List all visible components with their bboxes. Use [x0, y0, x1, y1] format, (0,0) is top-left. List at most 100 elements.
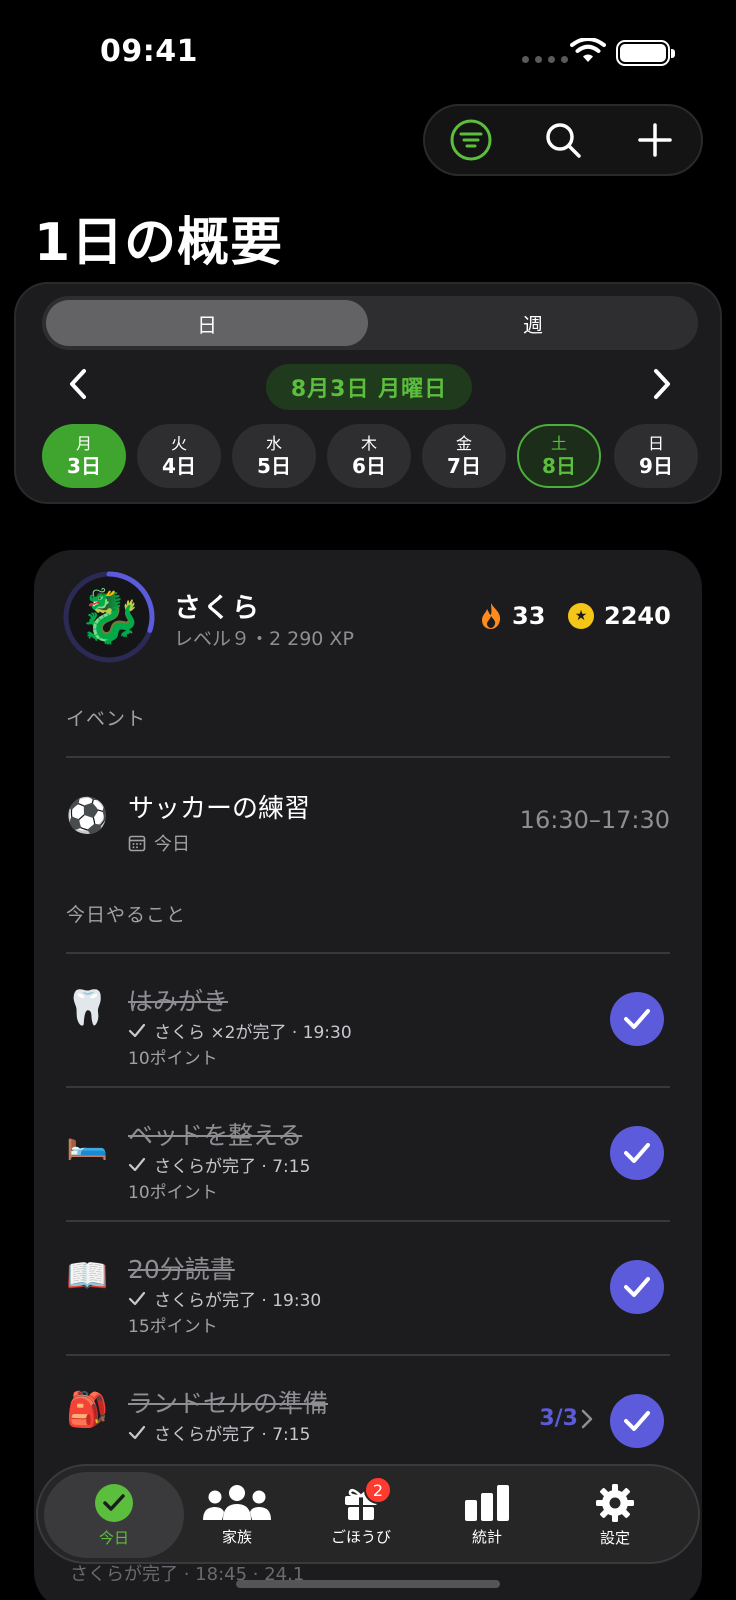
day-weekday: 日 — [647, 434, 664, 453]
member-summary-card: 🐉 さくら レベル９・2 290 XP 33 ★ 2240 イベント ⚽ サッカ… — [34, 550, 702, 1600]
home-indicator — [236, 1580, 500, 1588]
day-weekday: 金 — [455, 434, 472, 453]
search-icon — [546, 123, 581, 158]
date-selector-card: 日 週 8月3日 月曜日 月 3日 火 4日 水 5日 木 6日 金 7日 土 … — [14, 282, 722, 504]
tab-label: ごほうび — [330, 1527, 391, 1546]
day-date: 8日 — [542, 454, 576, 478]
tab-label: 設定 — [599, 1528, 630, 1547]
tab-settings[interactable]: 設定 — [550, 1472, 680, 1558]
task-completion: さくらが完了 · 19:30 — [128, 1286, 321, 1311]
task-completion: さくらが完了 · 7:15 — [128, 1420, 310, 1445]
day-date: 4日 — [162, 454, 196, 478]
next-day-button[interactable] — [642, 362, 682, 406]
plus-icon — [638, 123, 672, 157]
coin-counter: ★ 2240 — [568, 602, 671, 630]
event-row[interactable]: ⚽ サッカーの練習 今日 16:30–17:30 — [66, 770, 670, 880]
task-completion-text: さくら ×2が完了 · 19:30 — [154, 1023, 352, 1043]
task-complete-toggle[interactable] — [610, 1394, 664, 1448]
bar-chart-icon — [465, 1484, 509, 1521]
day-chip-thu[interactable]: 木 6日 — [327, 424, 411, 488]
chevron-right-icon — [581, 1409, 593, 1429]
wifi-icon — [570, 37, 606, 70]
day-chip-sat[interactable]: 土 8日 — [517, 424, 601, 488]
task-title: はみがき — [128, 987, 229, 1016]
check-circle-icon — [95, 1483, 133, 1522]
task-completion-text: さくらが完了 · 7:15 — [154, 1425, 311, 1445]
day-date: 9日 — [639, 454, 673, 478]
search-button[interactable] — [533, 110, 593, 170]
week-day-strip: 月 3日 火 4日 水 5日 木 6日 金 7日 土 8日 日 9日 — [42, 424, 698, 488]
day-weekday: 土 — [550, 434, 567, 453]
day-date: 7日 — [447, 454, 481, 478]
day-weekday: 木 — [360, 434, 377, 453]
task-completion: さくらが完了 · 7:15 — [128, 1152, 310, 1177]
task-complete-toggle[interactable] — [610, 992, 664, 1046]
battery-icon — [616, 40, 675, 66]
checkmark-icon — [128, 1291, 146, 1305]
event-date-text: 今日 — [154, 834, 190, 855]
day-weekday: 火 — [170, 434, 187, 453]
events-section-header: イベント — [66, 708, 147, 730]
rewards-badge: 2 — [364, 1476, 392, 1504]
backpack-icon: 🎒 — [66, 1390, 109, 1430]
event-title: サッカーの練習 — [128, 794, 311, 824]
task-points: 15ポイント — [128, 1317, 218, 1337]
event-time: 16:30–17:30 — [519, 806, 670, 834]
task-title: 20分読書 — [128, 1255, 235, 1284]
tab-label: 今日 — [98, 1528, 129, 1547]
task-title: ランドセルの準備 — [128, 1389, 329, 1418]
add-button[interactable] — [625, 110, 685, 170]
member-level: レベル９・2 290 XP — [174, 628, 354, 650]
status-bar: 09:41 — [0, 0, 736, 100]
filter-icon — [450, 119, 492, 161]
task-row[interactable]: 🛏️ ベッドを整える さくらが完了 · 7:15 10ポイント — [66, 1088, 670, 1220]
task-title: ベッドを整える — [128, 1121, 303, 1150]
streak-counter: 33 — [480, 602, 545, 630]
gear-icon — [596, 1483, 634, 1522]
day-date: 6日 — [352, 454, 386, 478]
bed-icon: 🛏️ — [66, 1122, 109, 1162]
task-row[interactable]: 📖 20分読書 さくらが完了 · 19:30 15ポイント — [66, 1222, 670, 1354]
tab-today[interactable]: 今日 — [44, 1472, 184, 1558]
calendar-icon — [128, 835, 146, 852]
avatar[interactable]: 🐉 — [78, 586, 143, 648]
tab-label: 家族 — [221, 1527, 252, 1546]
checkmark-icon — [128, 1425, 146, 1439]
top-action-group — [423, 104, 703, 176]
task-points: 10ポイント — [128, 1049, 218, 1069]
day-chip-fri[interactable]: 金 7日 — [422, 424, 506, 488]
task-complete-toggle[interactable] — [610, 1260, 664, 1314]
tab-stats[interactable]: 統計 — [422, 1472, 552, 1558]
soccer-ball-icon: ⚽ — [66, 796, 109, 836]
tooth-icon: 🦷 — [66, 988, 109, 1028]
segment-week[interactable]: 週 — [372, 300, 694, 346]
checkmark-icon — [624, 1411, 650, 1431]
tasks-section-header: 今日やること — [66, 904, 187, 926]
day-chip-sun[interactable]: 日 9日 — [614, 424, 698, 488]
previous-day-button[interactable] — [58, 362, 98, 406]
status-time: 09:41 — [100, 34, 198, 69]
filter-button[interactable] — [441, 110, 501, 170]
page-title: 1日の概要 — [34, 213, 284, 273]
task-points: 10ポイント — [128, 1183, 218, 1203]
day-chip-tue[interactable]: 火 4日 — [137, 424, 221, 488]
divider — [66, 756, 670, 758]
current-date-label[interactable]: 8月3日 月曜日 — [266, 364, 472, 410]
tab-rewards[interactable]: ごほうび 2 — [296, 1472, 426, 1558]
task-completion: さくら ×2が完了 · 19:30 — [128, 1018, 352, 1043]
tab-family[interactable]: 家族 — [172, 1472, 302, 1558]
task-complete-toggle[interactable] — [610, 1126, 664, 1180]
task-row[interactable]: 🦷 はみがき さくら ×2が完了 · 19:30 10ポイント — [66, 954, 670, 1086]
signal-icon — [522, 56, 568, 63]
checkmark-icon — [128, 1157, 146, 1171]
day-chip-mon[interactable]: 月 3日 — [42, 424, 126, 488]
event-date: 今日 — [128, 830, 190, 856]
day-week-segmented-control: 日 週 — [42, 296, 698, 350]
streak-value: 33 — [512, 602, 546, 630]
segment-day[interactable]: 日 — [46, 300, 368, 346]
expand-subtasks-button[interactable] — [580, 1408, 594, 1434]
chevron-right-icon — [654, 369, 670, 399]
day-weekday: 水 — [265, 434, 282, 453]
day-chip-wed[interactable]: 水 5日 — [232, 424, 316, 488]
day-date: 3日 — [67, 454, 101, 478]
